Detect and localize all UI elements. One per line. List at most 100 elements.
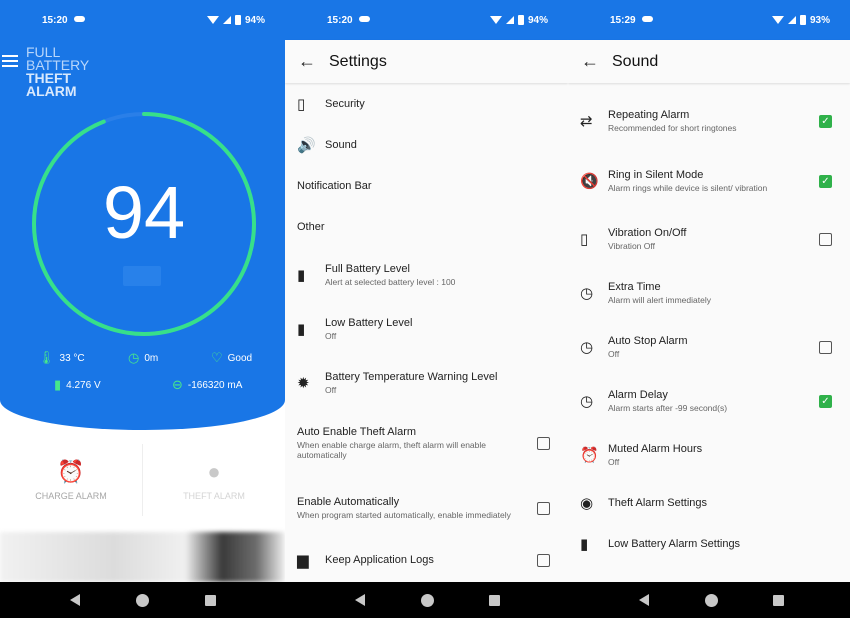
battery-low-icon: ▮: [580, 536, 589, 553]
checkbox[interactable]: [819, 232, 832, 246]
checkbox[interactable]: [537, 501, 550, 515]
item-title: Notification Bar: [297, 180, 372, 192]
app-logo: FULL BATTERY THEFT ALARM: [26, 45, 89, 98]
ad-banner[interactable]: [0, 532, 285, 582]
status-time: 15:29: [610, 14, 636, 26]
item-title: Sound: [325, 139, 357, 151]
back-arrow-icon[interactable]: ←: [568, 51, 612, 72]
charge-alarm-label: CHARGE ALARM: [35, 491, 107, 501]
charge-alarm-button[interactable]: ⏰ CHARGE ALARM: [0, 430, 142, 530]
item-subtitle: Vibration Off: [608, 241, 655, 251]
status-battery: 94%: [244, 14, 265, 26]
sound-item-theft-settings[interactable]: ◉ Theft Alarm Settings: [568, 492, 850, 514]
sound-item-auto-stop[interactable]: ◷ Auto Stop Alarm Off: [568, 331, 850, 363]
battery-percentage: 94: [102, 171, 186, 254]
settings-item-low-battery[interactable]: ▮ Low Battery Level Off: [285, 313, 568, 345]
sound-item-vibration[interactable]: ▯ Vibration On/Off Vibration Off: [568, 223, 850, 255]
voltage-value: 4.276 V: [66, 379, 101, 391]
recents-icon[interactable]: [479, 582, 509, 618]
item-subtitle: Off: [325, 331, 337, 341]
checkbox[interactable]: ✓: [819, 174, 832, 188]
health-value: Good: [227, 352, 253, 364]
user-icon: ●: [207, 459, 221, 484]
current-stat: ⊖ -166320 mA: [172, 377, 242, 393]
voltage-stat: ▮ 4.276 V: [54, 377, 101, 393]
home-icon[interactable]: [127, 582, 157, 618]
cloud-icon: [358, 16, 370, 22]
alarm-tabs: ⏰ CHARGE ALARM ● THEFT ALARM: [0, 430, 285, 530]
checkbox[interactable]: [819, 340, 832, 354]
item-title: Full Battery Level: [325, 263, 410, 275]
page-title: Sound: [612, 52, 659, 70]
settings-app-bar: ← Settings: [285, 40, 568, 83]
settings-item-enable-automatically[interactable]: Enable Automatically When program starte…: [285, 486, 568, 530]
settings-item-temperature[interactable]: ✹ Battery Temperature Warning Level Off: [285, 367, 568, 399]
sound-item-alarm-delay[interactable]: ◷ Alarm Delay Alarm starts after -99 sec…: [568, 385, 850, 417]
settings-item-sound[interactable]: 🔊 Sound: [285, 134, 568, 156]
timer-icon: ◷: [128, 350, 140, 365]
item-subtitle: Alarm starts after -99 second(s): [608, 403, 728, 413]
recents-icon[interactable]: [763, 582, 793, 618]
recents-icon[interactable]: [195, 582, 225, 618]
sound-item-silent-mode[interactable]: 🔇 Ring in Silent Mode Alarm rings while …: [568, 161, 850, 201]
back-icon[interactable]: [345, 582, 375, 618]
status-battery: 93%: [809, 14, 830, 26]
status-bar: 15:20 94%: [285, 0, 568, 40]
status-battery: 94%: [527, 14, 548, 26]
theft-alarm-label: THEFT ALARM: [183, 491, 245, 501]
alarm-off-icon: ⏰: [580, 447, 599, 464]
item-title: Repeating Alarm: [608, 109, 690, 121]
eye-icon: ◉: [580, 495, 594, 512]
settings-item-security[interactable]: ▯ Security: [285, 93, 568, 115]
status-time: 15:20: [42, 14, 68, 26]
item-title: Alarm Delay: [608, 389, 668, 401]
signal-icon: [222, 16, 231, 24]
sound-item-repeating[interactable]: ⇄ Repeating Alarm Recommended for short …: [568, 105, 850, 137]
cloud-icon: [641, 16, 653, 22]
current-icon: ⊖: [172, 377, 183, 392]
item-title: Low Battery Alarm Settings: [608, 538, 741, 550]
battery-status-icon: [799, 15, 806, 25]
item-subtitle: Alarm will alert immediately: [608, 295, 711, 305]
back-icon[interactable]: [629, 582, 659, 618]
settings-item-keep-logs[interactable]: ▆ Keep Application Logs: [285, 549, 568, 571]
item-title: Muted Alarm Hours: [608, 443, 703, 455]
health-stat: ♡ Good: [211, 350, 252, 366]
item-title: Keep Application Logs: [325, 554, 434, 566]
home-icon[interactable]: [412, 582, 442, 618]
time-value: 0m: [144, 352, 159, 364]
settings-item-auto-enable-theft[interactable]: Auto Enable Theft Alarm When enable char…: [285, 421, 568, 465]
sound-item-extra-time[interactable]: ◷ Extra Time Alarm will alert immediatel…: [568, 277, 850, 309]
settings-item-other[interactable]: Other: [285, 216, 568, 238]
home-icon[interactable]: [696, 582, 726, 618]
clock-icon: ◷: [580, 393, 594, 410]
menu-icon[interactable]: [2, 55, 18, 70]
item-subtitle: Off: [325, 385, 337, 395]
theft-alarm-button[interactable]: ● THEFT ALARM: [143, 430, 285, 530]
wifi-icon: [771, 16, 784, 24]
checkbox[interactable]: [537, 553, 550, 567]
checkbox[interactable]: [537, 436, 550, 450]
cloud-icon: [73, 16, 85, 22]
settings-item-notification-bar[interactable]: Notification Bar: [285, 175, 568, 197]
sound-item-low-battery-settings[interactable]: ▮ Low Battery Alarm Settings: [568, 533, 850, 555]
system-nav-bar: [0, 582, 850, 618]
checkbox[interactable]: ✓: [819, 114, 832, 128]
battery-status-icon: [517, 15, 524, 25]
temperature-stat: 🌡 33 °C: [38, 350, 85, 366]
item-title: Auto Stop Alarm: [608, 335, 688, 347]
item-title: Extra Time: [608, 281, 661, 293]
sound-item-muted-hours[interactable]: ⏰ Muted Alarm Hours Off: [568, 439, 850, 471]
current-value: -166320 mA: [187, 379, 243, 391]
battery-charging-icon: ▮: [297, 267, 306, 284]
back-icon[interactable]: [60, 582, 90, 618]
status-bar: 15:20 94%: [0, 0, 285, 40]
item-title: Security: [325, 98, 365, 110]
settings-item-full-battery[interactable]: ▮ Full Battery Level Alert at selected b…: [285, 259, 568, 291]
back-arrow-icon[interactable]: ←: [285, 51, 329, 72]
file-icon: ▆: [297, 552, 309, 569]
checkbox[interactable]: ✓: [819, 394, 832, 408]
volume-off-icon: 🔇: [580, 173, 599, 190]
item-title: Low Battery Level: [325, 317, 413, 329]
signal-icon: [787, 16, 796, 24]
